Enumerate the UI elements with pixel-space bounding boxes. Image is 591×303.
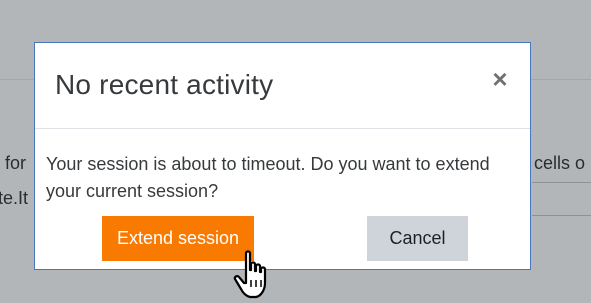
background-text-left-2: te.It: [0, 188, 29, 208]
background-field-underline: [532, 182, 591, 183]
close-icon[interactable]: ×: [490, 66, 510, 92]
dialog-header: No recent activity ×: [35, 43, 530, 129]
cancel-button[interactable]: Cancel: [367, 216, 468, 261]
background-text-right-1: cells o: [534, 153, 586, 173]
background-field-underline-2: [532, 215, 591, 216]
dialog-message: Your session is about to timeout. Do you…: [46, 154, 490, 201]
session-timeout-dialog: No recent activity × Your session is abo…: [34, 42, 531, 270]
dialog-title: No recent activity: [55, 69, 274, 100]
background-text-left-1: for: [5, 153, 27, 173]
hand-pointer-icon: [233, 250, 267, 299]
